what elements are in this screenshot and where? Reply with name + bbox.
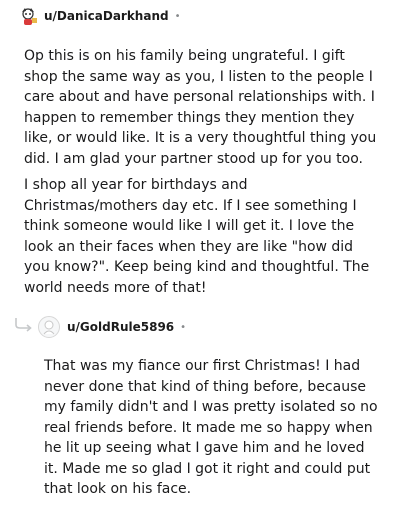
comment-body: That was my fiance our first Christmas! … — [44, 356, 380, 506]
comment-header: u/DanicaDarkhand • — [18, 5, 181, 27]
user-avatar-icon[interactable] — [38, 316, 60, 338]
reply-arrow-icon — [15, 318, 32, 332]
comment-paragraph: That was my fiance our first Christmas! … — [44, 358, 378, 497]
username[interactable]: u/DanicaDarkhand — [44, 9, 169, 23]
user-avatar-icon[interactable] — [18, 5, 40, 27]
separator-dot: • — [174, 10, 181, 22]
comment-header: u/GoldRule5896 • — [38, 316, 186, 338]
comment-paragraph: Op this is on his family being ungratefu… — [24, 48, 377, 167]
comment-paragraph: I shop all year for birthdays and Christ… — [24, 177, 370, 296]
separator-dot: • — [180, 321, 187, 333]
username[interactable]: u/GoldRule5896 — [67, 320, 174, 334]
comment-body: Op this is on his family being ungratefu… — [24, 46, 380, 304]
